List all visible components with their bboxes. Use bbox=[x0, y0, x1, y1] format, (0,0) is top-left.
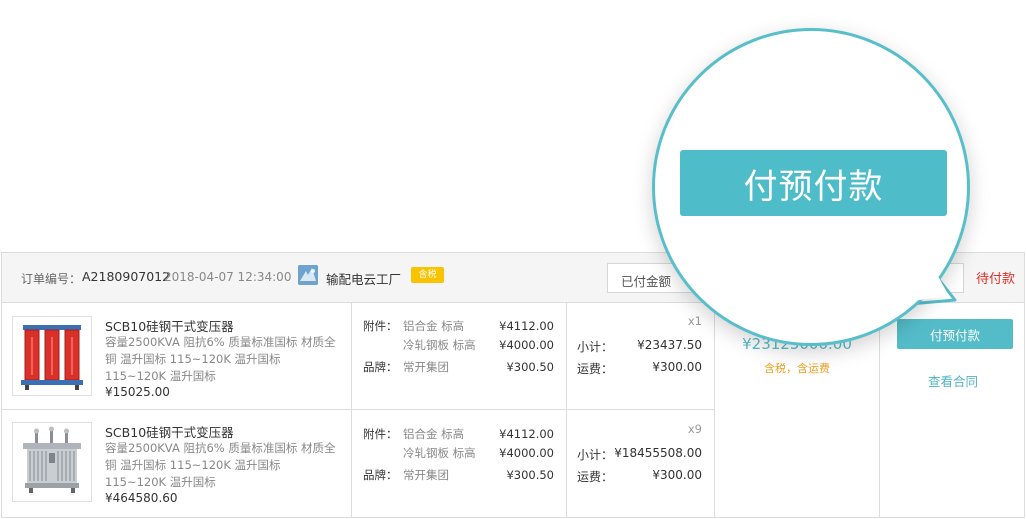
order-total-note: 含税，含运费 bbox=[764, 362, 830, 375]
product-spec: 容量2500KVA 阻抗6% 质量标准国标 材质全铜 温升国标 115~120K… bbox=[105, 441, 336, 489]
subtotal-label: 小计： bbox=[577, 340, 614, 354]
order-item: SCB10硅钢干式变压器 容量2500KVA 阻抗6% 质量标准国标 材质全铜 … bbox=[2, 304, 714, 409]
brand-label: 品牌： bbox=[363, 360, 398, 374]
order-item: SCB10硅钢干式变压器 容量2500KVA 阻抗6% 质量标准国标 材质全铜 … bbox=[2, 410, 714, 515]
freight-label: 运费： bbox=[577, 362, 614, 376]
accessory-label: 附件： bbox=[363, 319, 398, 333]
accessory-name: 铝合金 标高 bbox=[403, 427, 465, 441]
accessory-label: 附件： bbox=[363, 427, 398, 441]
pay-deposit-button[interactable]: 付预付款 bbox=[897, 319, 1013, 349]
paid-amount-label: 已付金额 bbox=[621, 274, 672, 289]
subtotal-label: 小计： bbox=[577, 448, 614, 462]
product-spec: 容量2500KVA 阻抗6% 质量标准国标 材质全铜 温升国标 115~120K… bbox=[105, 335, 336, 383]
brand-price: ¥300.50 bbox=[506, 360, 554, 374]
product-thumbnail[interactable] bbox=[12, 422, 92, 502]
shop-logo-icon bbox=[298, 265, 318, 285]
quantity: x1 bbox=[687, 314, 702, 328]
accessory-price: ¥4112.00 bbox=[499, 319, 554, 333]
magnifier-bubble: 付预付款 bbox=[652, 28, 970, 346]
subtotal-value: ¥23437.50 bbox=[637, 338, 702, 352]
tax-badge: 含税 bbox=[411, 267, 444, 283]
subtotal-cell: x1 小计： ¥23437.50 运费： ¥300.00 bbox=[567, 304, 714, 409]
product-name[interactable]: SCB10硅钢干式变压器 bbox=[105, 422, 234, 441]
freight-value: ¥300.00 bbox=[652, 468, 702, 482]
brand-name: 常开集团 bbox=[403, 360, 449, 374]
accessory-name: 冷轧钢板 标高 bbox=[403, 338, 476, 352]
accessory-name: 铝合金 标高 bbox=[403, 319, 465, 333]
magnified-pay-deposit-button[interactable]: 付预付款 bbox=[680, 150, 947, 216]
accessory-price: ¥4000.00 bbox=[499, 446, 554, 460]
freight-value: ¥300.00 bbox=[652, 360, 702, 374]
product-name[interactable]: SCB10硅钢干式变压器 bbox=[105, 316, 234, 335]
order-actions: 付预付款 查看合同 bbox=[880, 304, 1026, 518]
order-number: A2180907012 bbox=[82, 269, 171, 284]
brand-price: ¥300.50 bbox=[506, 468, 554, 482]
product-price: ¥15025.00 bbox=[105, 385, 170, 399]
shop-name[interactable]: 输配电云工厂 bbox=[326, 269, 401, 288]
quantity: x9 bbox=[687, 422, 702, 436]
order-status: 待付款 bbox=[976, 272, 1016, 287]
brand-label: 品牌： bbox=[363, 468, 398, 482]
accessory-price: ¥4000.00 bbox=[499, 338, 554, 352]
subtotal-cell: x9 小计： ¥18455508.00 运费： ¥300.00 bbox=[567, 410, 714, 515]
oil-transformer-image bbox=[13, 423, 91, 501]
product-thumbnail[interactable] bbox=[12, 316, 92, 396]
red-transformer-image bbox=[13, 317, 91, 395]
accessory-cell: 附件： 铝合金 标高 ¥4112.00 冷轧钢板 标高 ¥4000.00 品牌：… bbox=[352, 304, 566, 409]
freight-label: 运费： bbox=[577, 470, 614, 484]
order-number-label: 订单编号： bbox=[21, 272, 82, 286]
brand-name: 常开集团 bbox=[403, 468, 449, 482]
accessory-price: ¥4112.00 bbox=[499, 427, 554, 441]
view-contract-link[interactable]: 查看合同 bbox=[880, 371, 1026, 390]
product-price: ¥464580.60 bbox=[105, 491, 178, 505]
subtotal-value: ¥18455508.00 bbox=[614, 446, 702, 460]
accessory-cell: 附件： 铝合金 标高 ¥4112.00 冷轧钢板 标高 ¥4000.00 品牌：… bbox=[352, 410, 566, 515]
order-time: 2018-04-07 12:34:00 bbox=[164, 270, 292, 284]
accessory-name: 冷轧钢板 标高 bbox=[403, 446, 476, 460]
